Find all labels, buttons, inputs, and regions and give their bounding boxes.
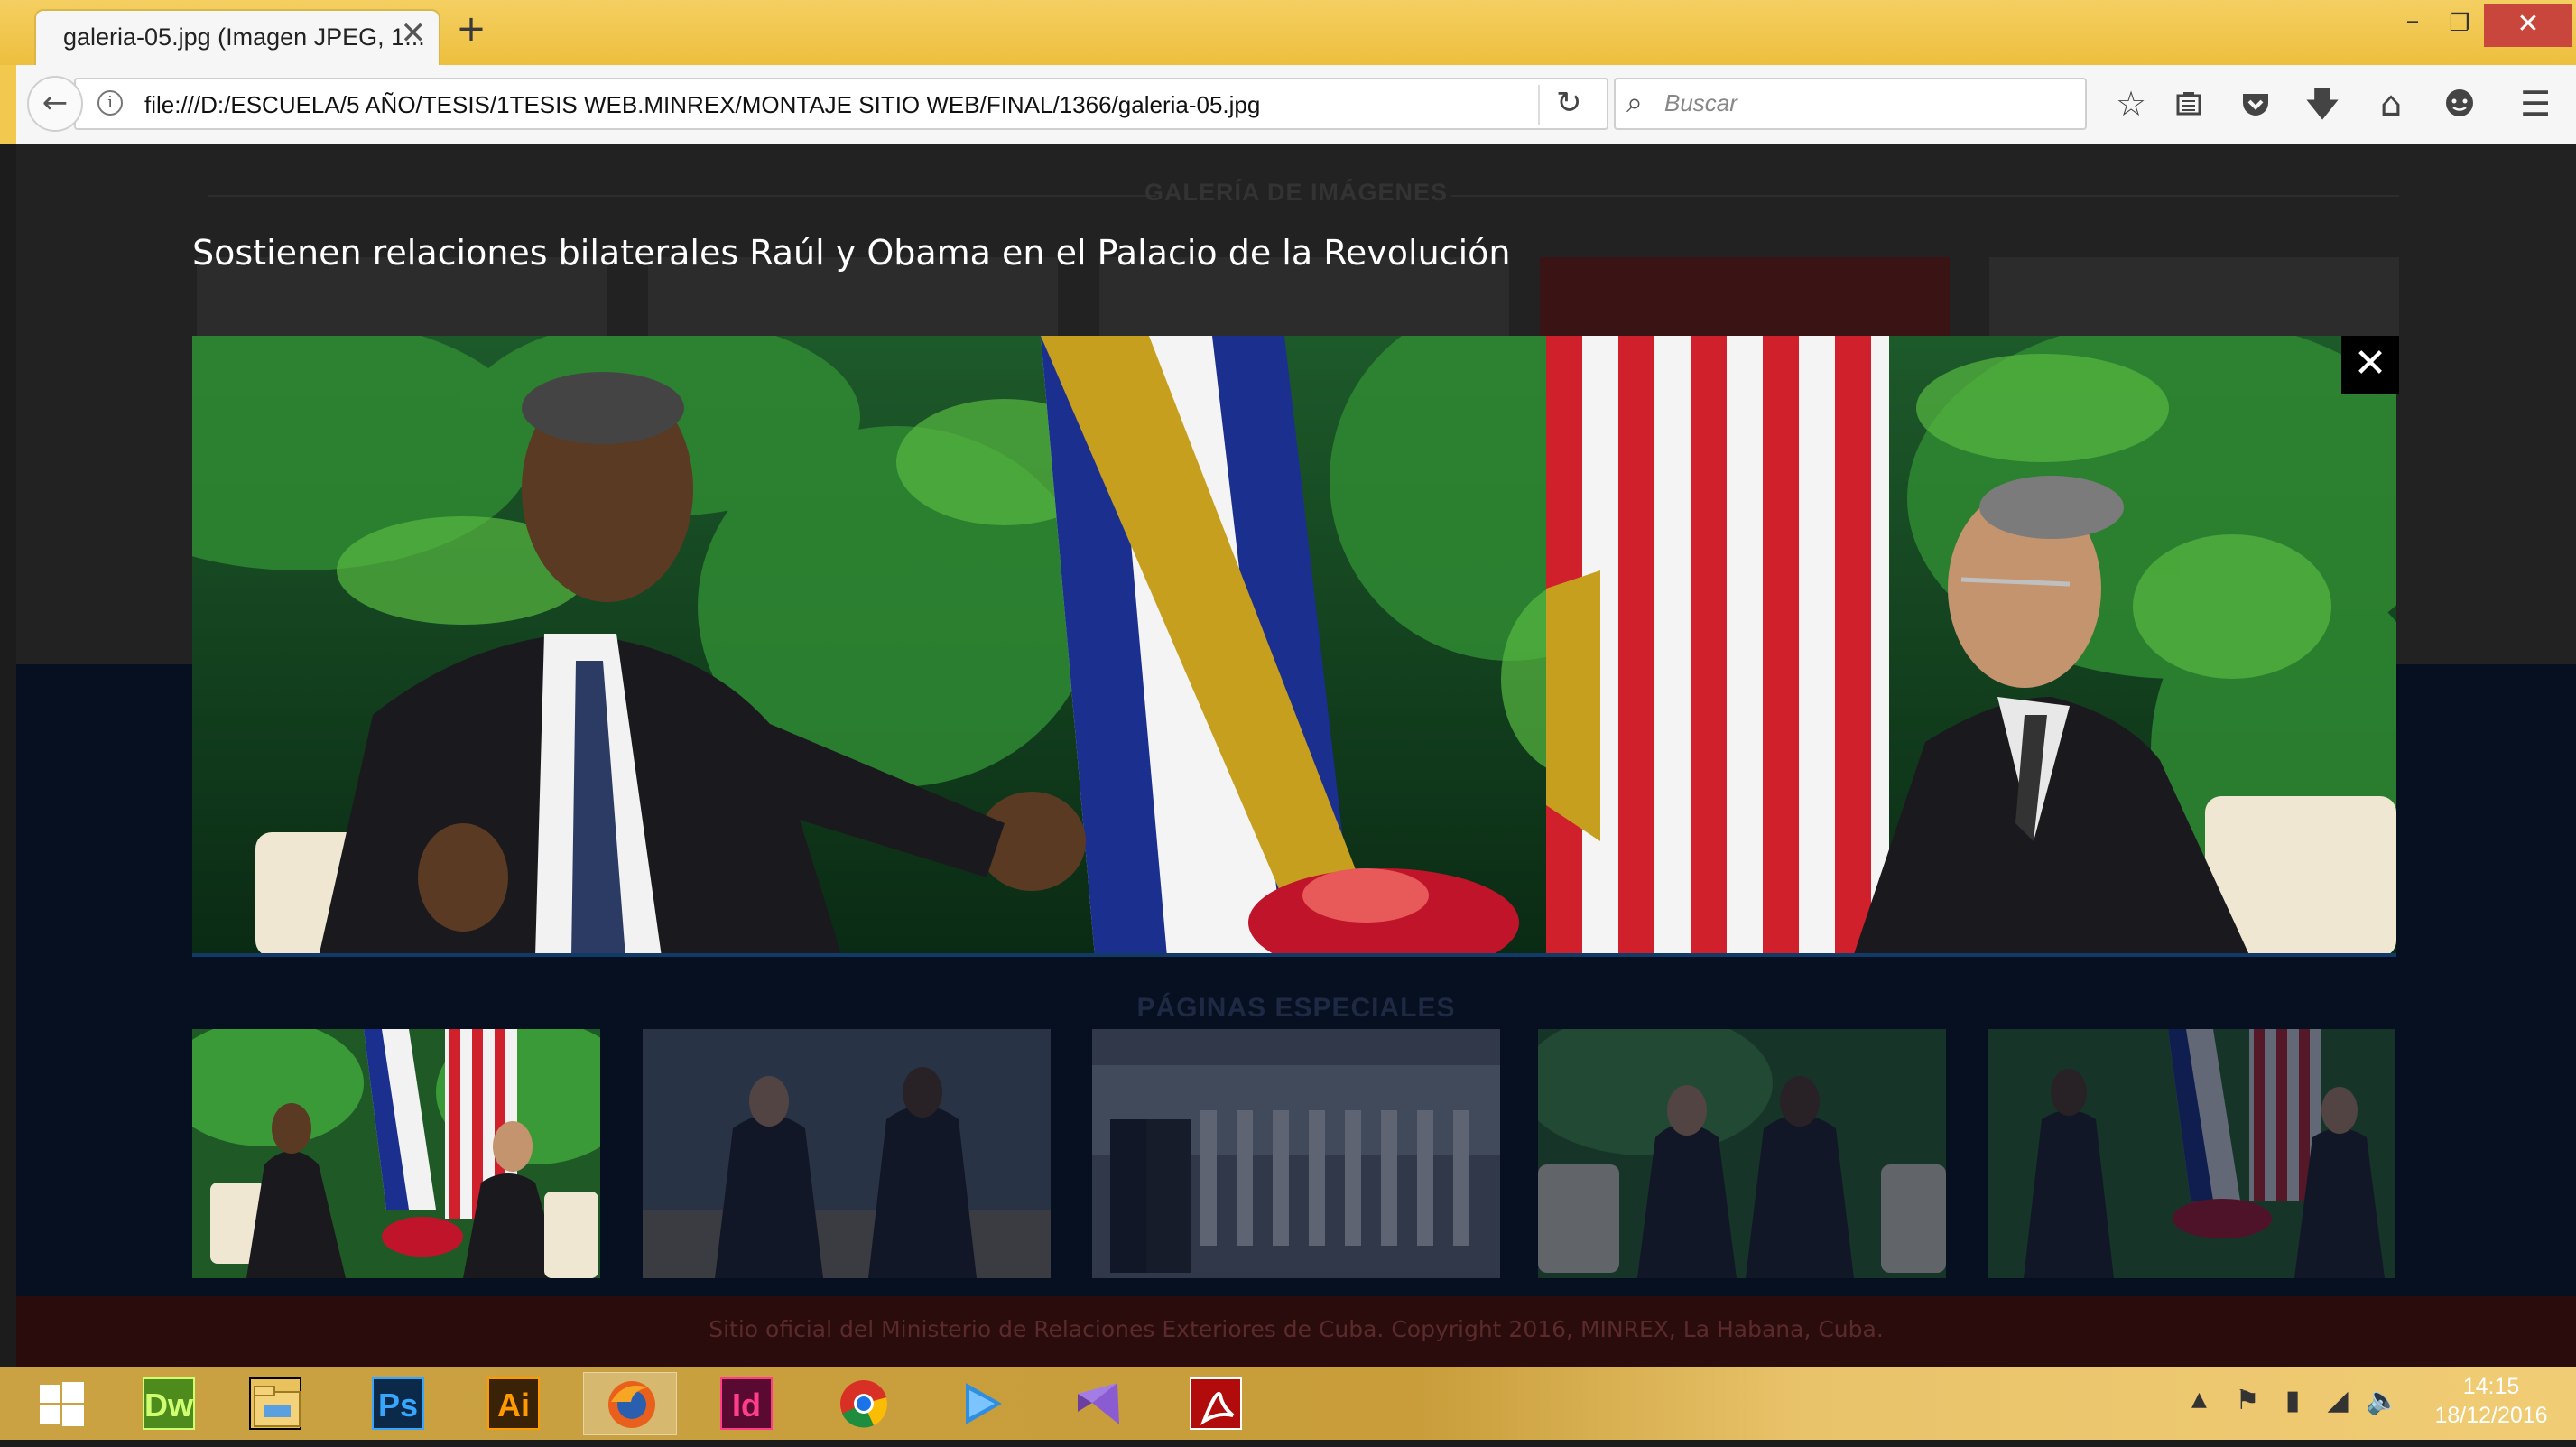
back-arrow-icon: ← (42, 85, 69, 121)
lightbox-caption: Sostienen relaciones bilaterales Raúl y … (192, 233, 1511, 273)
indesign-icon: Id (720, 1377, 773, 1430)
taskbar-app-button[interactable] (933, 1372, 1027, 1435)
taskbar-app-button[interactable]: Ai (466, 1372, 560, 1435)
thumbnail[interactable] (1092, 1029, 1500, 1278)
special-pages-heading: PÁGINAS ESPECIALES (1136, 993, 1456, 1023)
download-icon[interactable]: 🡇 (2300, 81, 2345, 126)
minimize-button[interactable]: – (2390, 4, 2435, 47)
media-player-icon (955, 1377, 1007, 1430)
taskbar: Dw Ps Ai Id ▲ ⚑ ▮ ◢ 🔈 14:15 18/12/2016 (0, 1367, 2576, 1440)
taskbar-app-button[interactable]: Ps (350, 1372, 444, 1435)
pocket-icon[interactable] (2233, 81, 2278, 126)
browser-chrome: galeria-05.jpg (Imagen JPEG, 1... ✕ + – … (0, 0, 2576, 144)
taskbar-app-button[interactable] (583, 1372, 677, 1435)
acrobat-icon (1190, 1377, 1242, 1430)
home-icon[interactable]: ⌂ (2368, 81, 2414, 126)
restore-button[interactable]: ❐ (2437, 4, 2482, 47)
taskbar-app-button[interactable] (1051, 1372, 1144, 1435)
lightbox-close-button[interactable]: ✕ (2341, 336, 2399, 394)
tab-close-icon[interactable]: ✕ (401, 18, 427, 49)
thumbnail[interactable] (643, 1029, 1051, 1278)
background-thumbnail (1540, 257, 1950, 339)
reading-list-icon[interactable] (2166, 81, 2211, 126)
clock-time[interactable]: 14:15 (2437, 1374, 2545, 1400)
taskbar-app-button[interactable] (816, 1372, 910, 1435)
gallery-heading: GALERÍA DE IMÁGENES (1144, 179, 1449, 206)
illustrator-icon: Ai (487, 1377, 540, 1430)
thumbnail-selected[interactable] (192, 1029, 600, 1278)
back-button[interactable]: ← (27, 76, 83, 132)
start-button[interactable] (14, 1372, 108, 1435)
taskbar-app-button[interactable] (1168, 1372, 1262, 1435)
photoshop-icon: Ps (372, 1377, 424, 1430)
action-center-icon[interactable]: ⚑ (2229, 1383, 2266, 1419)
tray-expand-icon[interactable]: ▲ (2191, 1388, 2207, 1411)
thumbnail[interactable] (1538, 1029, 1946, 1278)
menu-icon[interactable]: ☰ (2513, 81, 2558, 126)
title-bar: galeria-05.jpg (Imagen JPEG, 1... ✕ + – … (0, 0, 2576, 65)
thumbnail[interactable] (1988, 1029, 2395, 1278)
reload-icon[interactable]: ↻ (1556, 85, 1582, 121)
tab-title: galeria-05.jpg (Imagen JPEG, 1... (63, 23, 425, 51)
firefox-icon (606, 1378, 658, 1431)
clock-date[interactable]: 18/12/2016 (2426, 1403, 2556, 1429)
chat-icon[interactable] (2437, 81, 2482, 126)
page-footer: Sitio oficial del Ministerio de Relacion… (16, 1296, 2576, 1367)
url-text[interactable]: file:///D:/ESCUELA/5 AÑO/TESIS/1TESIS WE… (144, 91, 1260, 119)
search-input[interactable] (1663, 88, 2078, 118)
battery-icon[interactable]: ▮ (2275, 1383, 2311, 1419)
taskbar-app-button[interactable]: Id (699, 1372, 792, 1435)
browser-tab[interactable]: galeria-05.jpg (Imagen JPEG, 1... ✕ (34, 9, 440, 65)
network-icon[interactable]: ◢ (2320, 1383, 2356, 1419)
search-icon: ⌕ (1626, 85, 1643, 119)
nav-bar: i file:///D:/ESCUELA/5 AÑO/TESIS/1TESIS … (16, 65, 2576, 144)
info-icon[interactable]: i (97, 90, 123, 116)
volume-icon[interactable]: 🔈 (2365, 1383, 2401, 1419)
footer-text: Sitio oficial del Ministerio de Relacion… (709, 1316, 1884, 1342)
taskbar-app-button[interactable] (227, 1372, 321, 1435)
background-thumbnail (1989, 257, 2399, 339)
file-explorer-icon (249, 1377, 301, 1430)
dreamweaver-icon: Dw (143, 1377, 195, 1430)
search-box[interactable]: ⌕ (1614, 78, 2087, 130)
new-tab-button[interactable]: + (453, 11, 489, 49)
address-bar[interactable]: i file:///D:/ESCUELA/5 AÑO/TESIS/1TESIS … (74, 78, 1608, 130)
taskbar-app-button[interactable]: Dw (121, 1372, 215, 1435)
url-separator (1538, 85, 1540, 125)
chrome-icon (838, 1377, 890, 1430)
bookmark-star-icon[interactable]: ☆ (2108, 81, 2154, 126)
window-close-button[interactable]: ✕ (2484, 4, 2572, 47)
visual-studio-icon (1072, 1377, 1125, 1430)
lightbox-photo (192, 336, 2396, 957)
